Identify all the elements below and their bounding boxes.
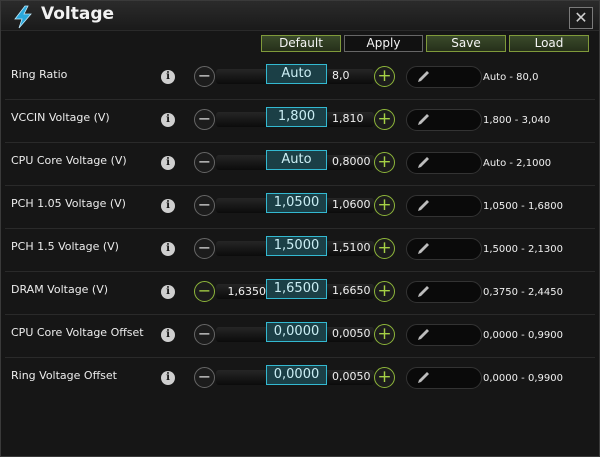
setting-label: Ring Voltage Offset [11,369,117,382]
setting-label: Ring Ratio [11,68,68,81]
manual-entry-field[interactable] [406,195,482,217]
pencil-icon [418,372,429,383]
upper-step-value: 0,8000 [332,155,371,168]
info-icon[interactable]: i [161,70,175,84]
value-range: 0,3750 - 2,4450 [483,287,563,298]
decrement-button[interactable]: − [194,281,215,302]
increment-button[interactable]: + [374,238,395,259]
value-range: 0,0000 - 0,9900 [483,330,563,341]
decrement-button[interactable]: − [194,195,215,216]
current-value[interactable]: 1,6500 [266,279,327,299]
value-range: 1,800 - 3,040 [483,115,551,126]
upper-step-value: 1,810 [332,112,364,125]
current-value[interactable]: 1,0500 [266,193,327,213]
upper-step-value: 1,6650 [332,284,371,297]
info-icon[interactable]: i [161,113,175,127]
setting-label: PCH 1.5 Voltage (V) [11,240,119,253]
increment-button[interactable]: + [374,367,395,388]
pencil-icon [418,157,429,168]
setting-row-dram-voltage: DRAM Voltage (V) i − 1,6350 1,6500 1,665… [1,271,599,314]
increment-button[interactable]: + [374,152,395,173]
increment-button[interactable]: + [374,281,395,302]
upper-step-value: 1,0600 [332,198,371,211]
lower-step-value: 1,6350 [227,285,267,298]
value-range: 0,0000 - 0,9900 [483,373,563,384]
decrement-button[interactable]: − [194,238,215,259]
manual-entry-field[interactable] [406,109,482,131]
value-range: 1,0500 - 1,6800 [483,201,563,212]
setting-row-vccin-voltage: VCCIN Voltage (V) i − 1,800 1,810 + 1,80… [1,99,599,142]
decrement-button[interactable]: − [194,367,215,388]
save-button[interactable]: Save [426,35,506,52]
setting-label: CPU Core Voltage (V) [11,154,127,167]
window-title: Voltage [41,4,115,24]
setting-label: PCH 1.05 Voltage (V) [11,197,126,210]
setting-label: DRAM Voltage (V) [11,283,109,296]
setting-row-ring-voltage-offset: Ring Voltage Offset i − 0,0000 0,0050 + … [1,357,599,400]
manual-entry-field[interactable] [406,238,482,260]
manual-entry-field[interactable] [406,367,482,389]
pencil-icon [418,200,429,211]
pencil-icon [418,71,429,82]
manual-entry-field[interactable] [406,324,482,346]
decrement-button[interactable]: − [194,324,215,345]
setting-row-pch-15-voltage: PCH 1.5 Voltage (V) i − 1,5000 1,5100 + … [1,228,599,271]
manual-entry-field[interactable] [406,66,482,88]
current-value[interactable]: 1,800 [266,107,327,127]
manual-entry-field[interactable] [406,281,482,303]
setting-row-cpu-core-voltage: CPU Core Voltage (V) i − Auto 0,8000 + A… [1,142,599,185]
close-button[interactable]: ✕ [569,7,593,29]
value-range: Auto - 80,0 [483,72,539,83]
value-range: Auto - 2,1000 [483,158,552,169]
pencil-icon [418,243,429,254]
current-value[interactable]: Auto [266,64,327,84]
value-range: 1,5000 - 2,1300 [483,244,563,255]
default-button[interactable]: Default [261,35,341,52]
upper-step-value: 0,0050 [332,327,371,340]
lightning-bolt-icon [14,5,32,29]
upper-step-value: 0,0050 [332,370,371,383]
current-value[interactable]: 0,0000 [266,322,327,342]
info-icon[interactable]: i [161,156,175,170]
current-value[interactable]: Auto [266,150,327,170]
info-icon[interactable]: i [161,371,175,385]
upper-step-value: 8,0 [332,69,350,82]
current-value[interactable]: 0,0000 [266,365,327,385]
pencil-icon [418,329,429,340]
increment-button[interactable]: + [374,109,395,130]
info-icon[interactable]: i [161,242,175,256]
info-icon[interactable]: i [161,199,175,213]
info-icon[interactable]: i [161,285,175,299]
decrement-button[interactable]: − [194,109,215,130]
voltage-window: Voltage ✕ Default Apply Save Load Ring R… [0,0,600,457]
increment-button[interactable]: + [374,324,395,345]
setting-label: CPU Core Voltage Offset [11,326,144,339]
current-value[interactable]: 1,5000 [266,236,327,256]
upper-step-value: 1,5100 [332,241,371,254]
setting-row-pch-105-voltage: PCH 1.05 Voltage (V) i − 1,0500 1,0600 +… [1,185,599,228]
info-icon[interactable]: i [161,328,175,342]
increment-button[interactable]: + [374,195,395,216]
apply-button[interactable]: Apply [344,35,423,52]
title-bar: Voltage ✕ [1,1,599,31]
increment-button[interactable]: + [374,66,395,87]
pencil-icon [418,286,429,297]
manual-entry-field[interactable] [406,152,482,174]
pencil-icon [418,114,429,125]
setting-label: VCCIN Voltage (V) [11,111,110,124]
decrement-button[interactable]: − [194,66,215,87]
decrement-button[interactable]: − [194,152,215,173]
setting-row-cpu-core-voltage-offset: CPU Core Voltage Offset i − 0,0000 0,005… [1,314,599,357]
load-button[interactable]: Load [509,35,589,52]
setting-row-ring-ratio: Ring Ratio i − Auto 8,0 + Auto - 80,0 [1,56,599,99]
